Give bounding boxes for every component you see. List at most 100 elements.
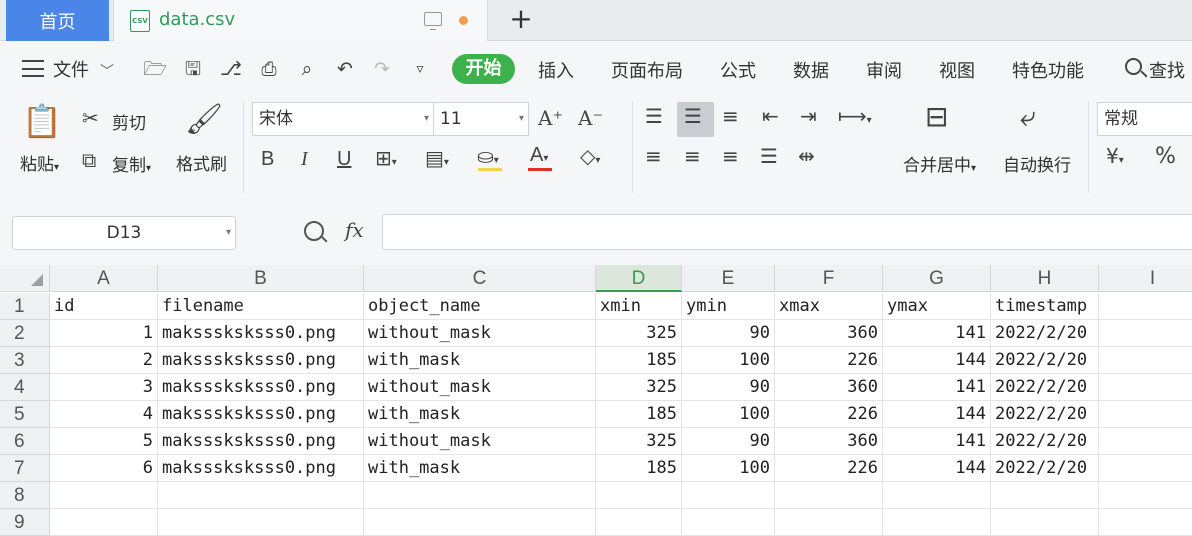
- cell-d7[interactable]: 185: [596, 455, 682, 482]
- cell-a4[interactable]: 3: [50, 374, 158, 401]
- open-folder-icon[interactable]: 🗁: [143, 57, 167, 81]
- cell-h2[interactable]: 2022/2/20: [991, 320, 1099, 347]
- align-bottom-icon[interactable]: ≡: [722, 104, 739, 128]
- cell-c3[interactable]: with_mask: [364, 347, 596, 374]
- column-header-e[interactable]: E: [682, 265, 775, 292]
- cell-c2[interactable]: without_mask: [364, 320, 596, 347]
- justify-icon[interactable]: ☰: [760, 144, 778, 168]
- customize-toolbar-icon[interactable]: ▿: [408, 57, 432, 81]
- cell-h3[interactable]: 2022/2/20: [991, 347, 1099, 374]
- cell-e9[interactable]: [682, 509, 775, 536]
- cell-g3[interactable]: 144: [883, 347, 991, 374]
- cell-h6[interactable]: 2022/2/20: [991, 428, 1099, 455]
- tab-data[interactable]: 数据: [793, 57, 829, 83]
- cell-g2[interactable]: 141: [883, 320, 991, 347]
- cell-a2[interactable]: 1: [50, 320, 158, 347]
- cell-b5[interactable]: maksssksksss0.png: [158, 401, 364, 428]
- cell-d9[interactable]: [596, 509, 682, 536]
- cell-h7[interactable]: 2022/2/20: [991, 455, 1099, 482]
- select-all-corner[interactable]: [0, 265, 50, 292]
- row-header-4[interactable]: 4: [0, 374, 50, 401]
- clear-format-icon[interactable]: ◇▾: [580, 144, 600, 168]
- align-top-icon[interactable]: ☰: [645, 104, 663, 128]
- row-header-9[interactable]: 9: [0, 509, 50, 536]
- row-header-3[interactable]: 3: [0, 347, 50, 374]
- cell-i6[interactable]: [1099, 428, 1192, 455]
- currency-icon[interactable]: ¥▾: [1106, 144, 1124, 168]
- cell-f4[interactable]: 360: [775, 374, 883, 401]
- font-name-select[interactable]: 宋体 ▾: [252, 102, 434, 136]
- cell-c1[interactable]: object_name: [364, 293, 596, 320]
- tab-view[interactable]: 视图: [939, 57, 975, 83]
- cell-e8[interactable]: [682, 482, 775, 509]
- new-tab-button[interactable]: +: [508, 4, 534, 34]
- cell-h1[interactable]: timestamp: [991, 293, 1099, 320]
- cell-i7[interactable]: [1099, 455, 1192, 482]
- cell-i1[interactable]: [1099, 293, 1192, 320]
- cell-d6[interactable]: 325: [596, 428, 682, 455]
- formula-input[interactable]: [382, 214, 1192, 250]
- cell-d2[interactable]: 325: [596, 320, 682, 347]
- cell-e5[interactable]: 100: [682, 401, 775, 428]
- merge-center-button[interactable]: 合并居中▾: [903, 151, 976, 176]
- cut-button[interactable]: 剪切: [112, 109, 146, 134]
- percent-button[interactable]: %: [1155, 144, 1176, 169]
- font-size-select[interactable]: 11 ▾: [433, 102, 529, 136]
- column-header-b[interactable]: B: [158, 265, 364, 292]
- column-header-g[interactable]: G: [883, 265, 991, 292]
- file-tab[interactable]: CSV data.csv: [113, 0, 488, 41]
- cell-d4[interactable]: 325: [596, 374, 682, 401]
- cell-i8[interactable]: [1099, 482, 1192, 509]
- cell-c4[interactable]: without_mask: [364, 374, 596, 401]
- cell-i4[interactable]: [1099, 374, 1192, 401]
- align-left-icon[interactable]: ≡: [645, 144, 662, 168]
- cell-g5[interactable]: 144: [883, 401, 991, 428]
- print-preview-icon[interactable]: ⌕: [295, 57, 319, 81]
- cell-f2[interactable]: 360: [775, 320, 883, 347]
- fx-icon[interactable]: fx: [345, 218, 364, 242]
- number-format-select[interactable]: 常规: [1097, 102, 1192, 136]
- cell-f1[interactable]: xmax: [775, 293, 883, 320]
- name-box[interactable]: D13 ▾: [12, 216, 236, 250]
- hamburger-icon[interactable]: [22, 60, 44, 77]
- cell-b4[interactable]: maksssksksss0.png: [158, 374, 364, 401]
- paste-button[interactable]: 粘贴▾: [20, 150, 59, 175]
- tab-start[interactable]: 开始: [452, 54, 515, 84]
- undo-icon[interactable]: ↶: [333, 57, 357, 81]
- cell-b9[interactable]: [158, 509, 364, 536]
- cell-f7[interactable]: 226: [775, 455, 883, 482]
- text-direction-icon[interactable]: ⟼▾: [838, 104, 872, 128]
- cell-e2[interactable]: 90: [682, 320, 775, 347]
- column-header-a[interactable]: A: [50, 265, 158, 292]
- cell-i9[interactable]: [1099, 509, 1192, 536]
- row-header-7[interactable]: 7: [0, 455, 50, 482]
- cell-g4[interactable]: 141: [883, 374, 991, 401]
- cell-a1[interactable]: id: [50, 293, 158, 320]
- cell-e1[interactable]: ymin: [682, 293, 775, 320]
- paste-icon[interactable]: 📋: [22, 102, 62, 140]
- cell-b8[interactable]: [158, 482, 364, 509]
- tab-insert[interactable]: 插入: [538, 57, 574, 83]
- cell-d5[interactable]: 185: [596, 401, 682, 428]
- cell-b6[interactable]: maksssksksss0.png: [158, 428, 364, 455]
- save-icon[interactable]: 🖫: [181, 57, 205, 81]
- cell-c5[interactable]: with_mask: [364, 401, 596, 428]
- cell-b2[interactable]: maksssksksss0.png: [158, 320, 364, 347]
- merge-center-icon[interactable]: ⊟: [925, 100, 948, 133]
- cell-d8[interactable]: [596, 482, 682, 509]
- cell-e7[interactable]: 100: [682, 455, 775, 482]
- cell-h9[interactable]: [991, 509, 1099, 536]
- cell-f3[interactable]: 226: [775, 347, 883, 374]
- cell-g6[interactable]: 141: [883, 428, 991, 455]
- tab-review[interactable]: 审阅: [866, 57, 902, 83]
- increase-font-icon[interactable]: A⁺: [538, 106, 563, 130]
- cell-i5[interactable]: [1099, 401, 1192, 428]
- chevron-down-icon[interactable]: ﹀: [100, 61, 114, 81]
- tab-special-features[interactable]: 特色功能: [1012, 57, 1084, 83]
- font-color-icon[interactable]: A▾: [530, 144, 548, 167]
- cell-c9[interactable]: [364, 509, 596, 536]
- cell-b3[interactable]: maksssksksss0.png: [158, 347, 364, 374]
- increase-indent-icon[interactable]: ⇥: [800, 104, 817, 128]
- home-tab[interactable]: 首页: [6, 0, 109, 41]
- align-right-icon[interactable]: ≡: [722, 144, 739, 168]
